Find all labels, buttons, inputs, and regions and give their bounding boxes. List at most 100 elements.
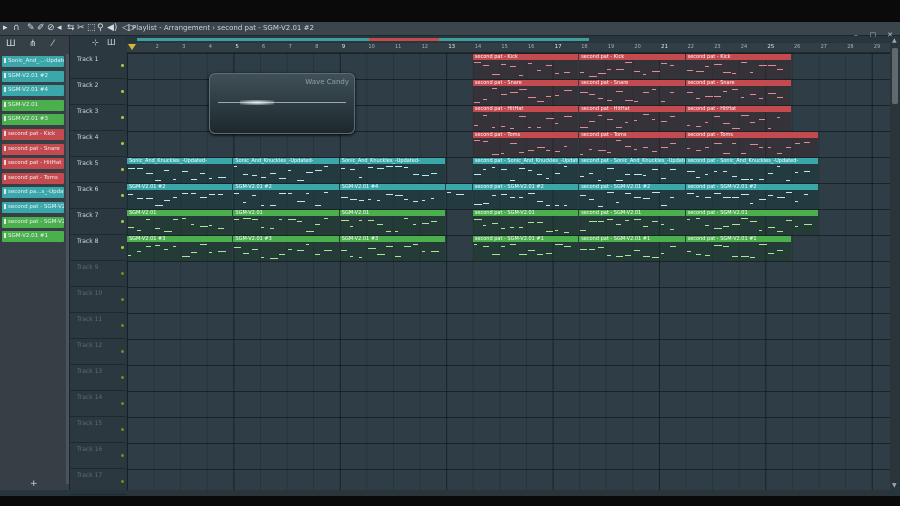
pattern-clip[interactable]: SGM-V2.01	[339, 210, 446, 235]
track-header[interactable]: Track 3	[70, 105, 126, 131]
pattern-item[interactable]: SGM-V2.01 #4	[2, 85, 64, 97]
pattern-clip[interactable]: second pat - SGM-V2.01 #2	[579, 184, 685, 209]
pattern-clip[interactable]: second pat - SGM-V2.01 #1	[579, 236, 685, 261]
wave-candy-plugin[interactable]: Wave Candy	[209, 73, 355, 134]
magnet-icon[interactable]: ∩	[13, 22, 20, 35]
picker-filter-icon[interactable]: ⋔	[29, 39, 37, 49]
pattern-item[interactable]: second pat - Snare	[2, 143, 64, 155]
pattern-clip[interactable]: SGM-V2.01 #2	[233, 184, 339, 209]
delete-icon[interactable]: ⊘	[47, 22, 55, 35]
timeline-scroll-thumb[interactable]	[137, 38, 589, 41]
pencil-icon[interactable]: ✎	[27, 22, 35, 35]
track-activity-led[interactable]	[121, 272, 124, 275]
pattern-clip[interactable]: second pat - HitHat	[685, 106, 791, 131]
pattern-clip[interactable]: Sonic_And_Knuckles_-Updated-	[339, 158, 446, 183]
pattern-clip[interactable]: second pat - SGM-V2.01	[579, 210, 685, 235]
pattern-clip[interactable]: second pat - SGM-V2.01	[685, 210, 818, 235]
pattern-clip[interactable]: second pat - HitHat	[579, 106, 685, 131]
track-activity-led[interactable]	[121, 350, 124, 353]
slip-icon[interactable]: ⇆	[67, 22, 75, 35]
track-activity-led[interactable]	[121, 64, 124, 67]
track-activity-led[interactable]	[121, 168, 124, 171]
pattern-clip[interactable]: second pat - SGM-V2.01 #1	[472, 236, 579, 261]
track-activity-led[interactable]	[121, 90, 124, 93]
slice-icon[interactable]: ✂	[77, 22, 85, 35]
pattern-clip[interactable]: second pat - Toms	[472, 132, 579, 157]
pattern-clip[interactable]: second pat - SGM-V2.01 #2	[472, 184, 579, 209]
track-header[interactable]: Track 7	[70, 209, 126, 235]
pattern-clip[interactable]: second pat - SGM-V2.01 #1	[685, 236, 791, 261]
track-activity-led[interactable]	[121, 220, 124, 223]
pattern-item[interactable]: second pat - Toms	[2, 172, 64, 184]
pattern-clip[interactable]: second pat - HitHat	[472, 106, 579, 131]
select-icon[interactable]: ⬚	[87, 22, 96, 35]
track-activity-led[interactable]	[121, 142, 124, 145]
track-activity-led[interactable]	[121, 194, 124, 197]
track-header[interactable]: Track 12	[70, 339, 126, 365]
track-header[interactable]: Track 14	[70, 391, 126, 417]
track-activity-led[interactable]	[121, 402, 124, 405]
track-activity-led[interactable]	[121, 376, 124, 379]
pattern-clip[interactable]: second pat - Sonic_And_Knuckles_-Updated…	[685, 158, 818, 183]
picker-mode-icon[interactable]: Ш	[6, 39, 16, 49]
track-header[interactable]: Track 16	[70, 443, 126, 469]
pattern-clip[interactable]: SGM-V2.01 #3	[339, 236, 446, 261]
vertical-scroll-thumb[interactable]	[892, 48, 898, 104]
pattern-item[interactable]: SGM-V2.01 #1	[2, 231, 64, 243]
pattern-clip[interactable]: Sonic_And_Knuckles_-Updated-	[127, 158, 233, 183]
pattern-item[interactable]: second pat - SGM-V2.01 #2	[2, 202, 64, 213]
track-activity-led[interactable]	[121, 428, 124, 431]
pattern-clip[interactable]: second pat - Kick	[685, 54, 791, 79]
track-header[interactable]: Track 9	[70, 261, 126, 287]
track-header[interactable]: Track 2	[70, 79, 126, 105]
track-header[interactable]: Track 1	[70, 53, 126, 79]
track-header[interactable]: Track 6	[70, 183, 126, 209]
loop-region-marker[interactable]	[369, 38, 439, 41]
pattern-clip[interactable]: second pat - Toms	[579, 132, 685, 157]
track-header[interactable]: Track 13	[70, 365, 126, 391]
track-activity-led[interactable]	[121, 116, 124, 119]
pattern-clip[interactable]: SGM-V2.01 #4	[339, 184, 446, 209]
pattern-item[interactable]: SGM-V2.01 #2	[2, 70, 64, 82]
picker-scrollbar[interactable]	[66, 54, 69, 484]
pattern-clip[interactable]: second pat - Kick	[472, 54, 579, 79]
track-header[interactable]: Track 10	[70, 287, 126, 313]
zoom-icon[interactable]: ⚲	[97, 22, 104, 35]
paint-icon[interactable]: ✐	[37, 22, 45, 35]
pattern-clip[interactable]: SGM-V2.01	[127, 210, 233, 235]
pattern-clip[interactable]: SGM-V2.01	[233, 210, 339, 235]
pattern-item[interactable]: Sonic_And_...-Updated	[2, 56, 64, 67]
track-header[interactable]: Track 15	[70, 417, 126, 443]
scroll-up-icon[interactable]: ▲	[892, 37, 897, 44]
timeline-scrollbar[interactable]	[137, 37, 889, 42]
pattern-item[interactable]: SGM-V2.01 #3	[2, 114, 64, 126]
mute-icon[interactable]: ◂	[57, 22, 62, 35]
arrangement-icon[interactable]: Ш	[107, 38, 116, 47]
pattern-item[interactable]: second pat - Kick	[2, 129, 64, 140]
pattern-item[interactable]: second pat - SGM-V2.01 #1	[2, 216, 64, 228]
track-activity-led[interactable]	[121, 324, 124, 327]
track-activity-led[interactable]	[121, 480, 124, 483]
pattern-clip[interactable]: second pat - Snare	[579, 80, 685, 105]
track-header[interactable]: Track 8	[70, 235, 126, 261]
track-activity-led[interactable]	[121, 246, 124, 249]
track-header[interactable]: Track 11	[70, 313, 126, 339]
pattern-clip[interactable]: second pat - Kick	[579, 54, 685, 79]
track-activity-led[interactable]	[121, 454, 124, 457]
playhead-marker[interactable]	[128, 44, 136, 50]
pattern-item[interactable]: second pa...s_-Updated	[2, 187, 64, 199]
speaker-icon[interactable]: ◀)	[107, 22, 117, 35]
snap-icon[interactable]: ⊹	[92, 38, 99, 47]
scroll-down-icon[interactable]: ▼	[892, 482, 897, 489]
bar-ruler[interactable]: 2 3 4 5 6 7 8 9 10 11 12 13 14 15 16 17 18 19 20 21 22 23 24 25…	[127, 43, 890, 53]
pattern-clip[interactable]: second pat - Snare	[472, 80, 579, 105]
pattern-item[interactable]: SGM-V2.01	[2, 99, 64, 111]
picker-pencil-icon[interactable]: ⁄	[52, 39, 54, 49]
add-pattern-button[interactable]: +	[30, 479, 38, 489]
pattern-clip[interactable]: second pat - Sonic_And_Knuckles_-Updated…	[579, 158, 685, 183]
pattern-clip[interactable]: SGM-V2.01 #2	[127, 184, 233, 209]
pattern-clip[interactable]: second pat - SGM-V2.01	[472, 210, 579, 235]
track-activity-led[interactable]	[121, 298, 124, 301]
pattern-item[interactable]: second pat - HitHat	[2, 158, 64, 170]
vertical-scrollbar[interactable]: ▲ ▼	[890, 36, 900, 490]
